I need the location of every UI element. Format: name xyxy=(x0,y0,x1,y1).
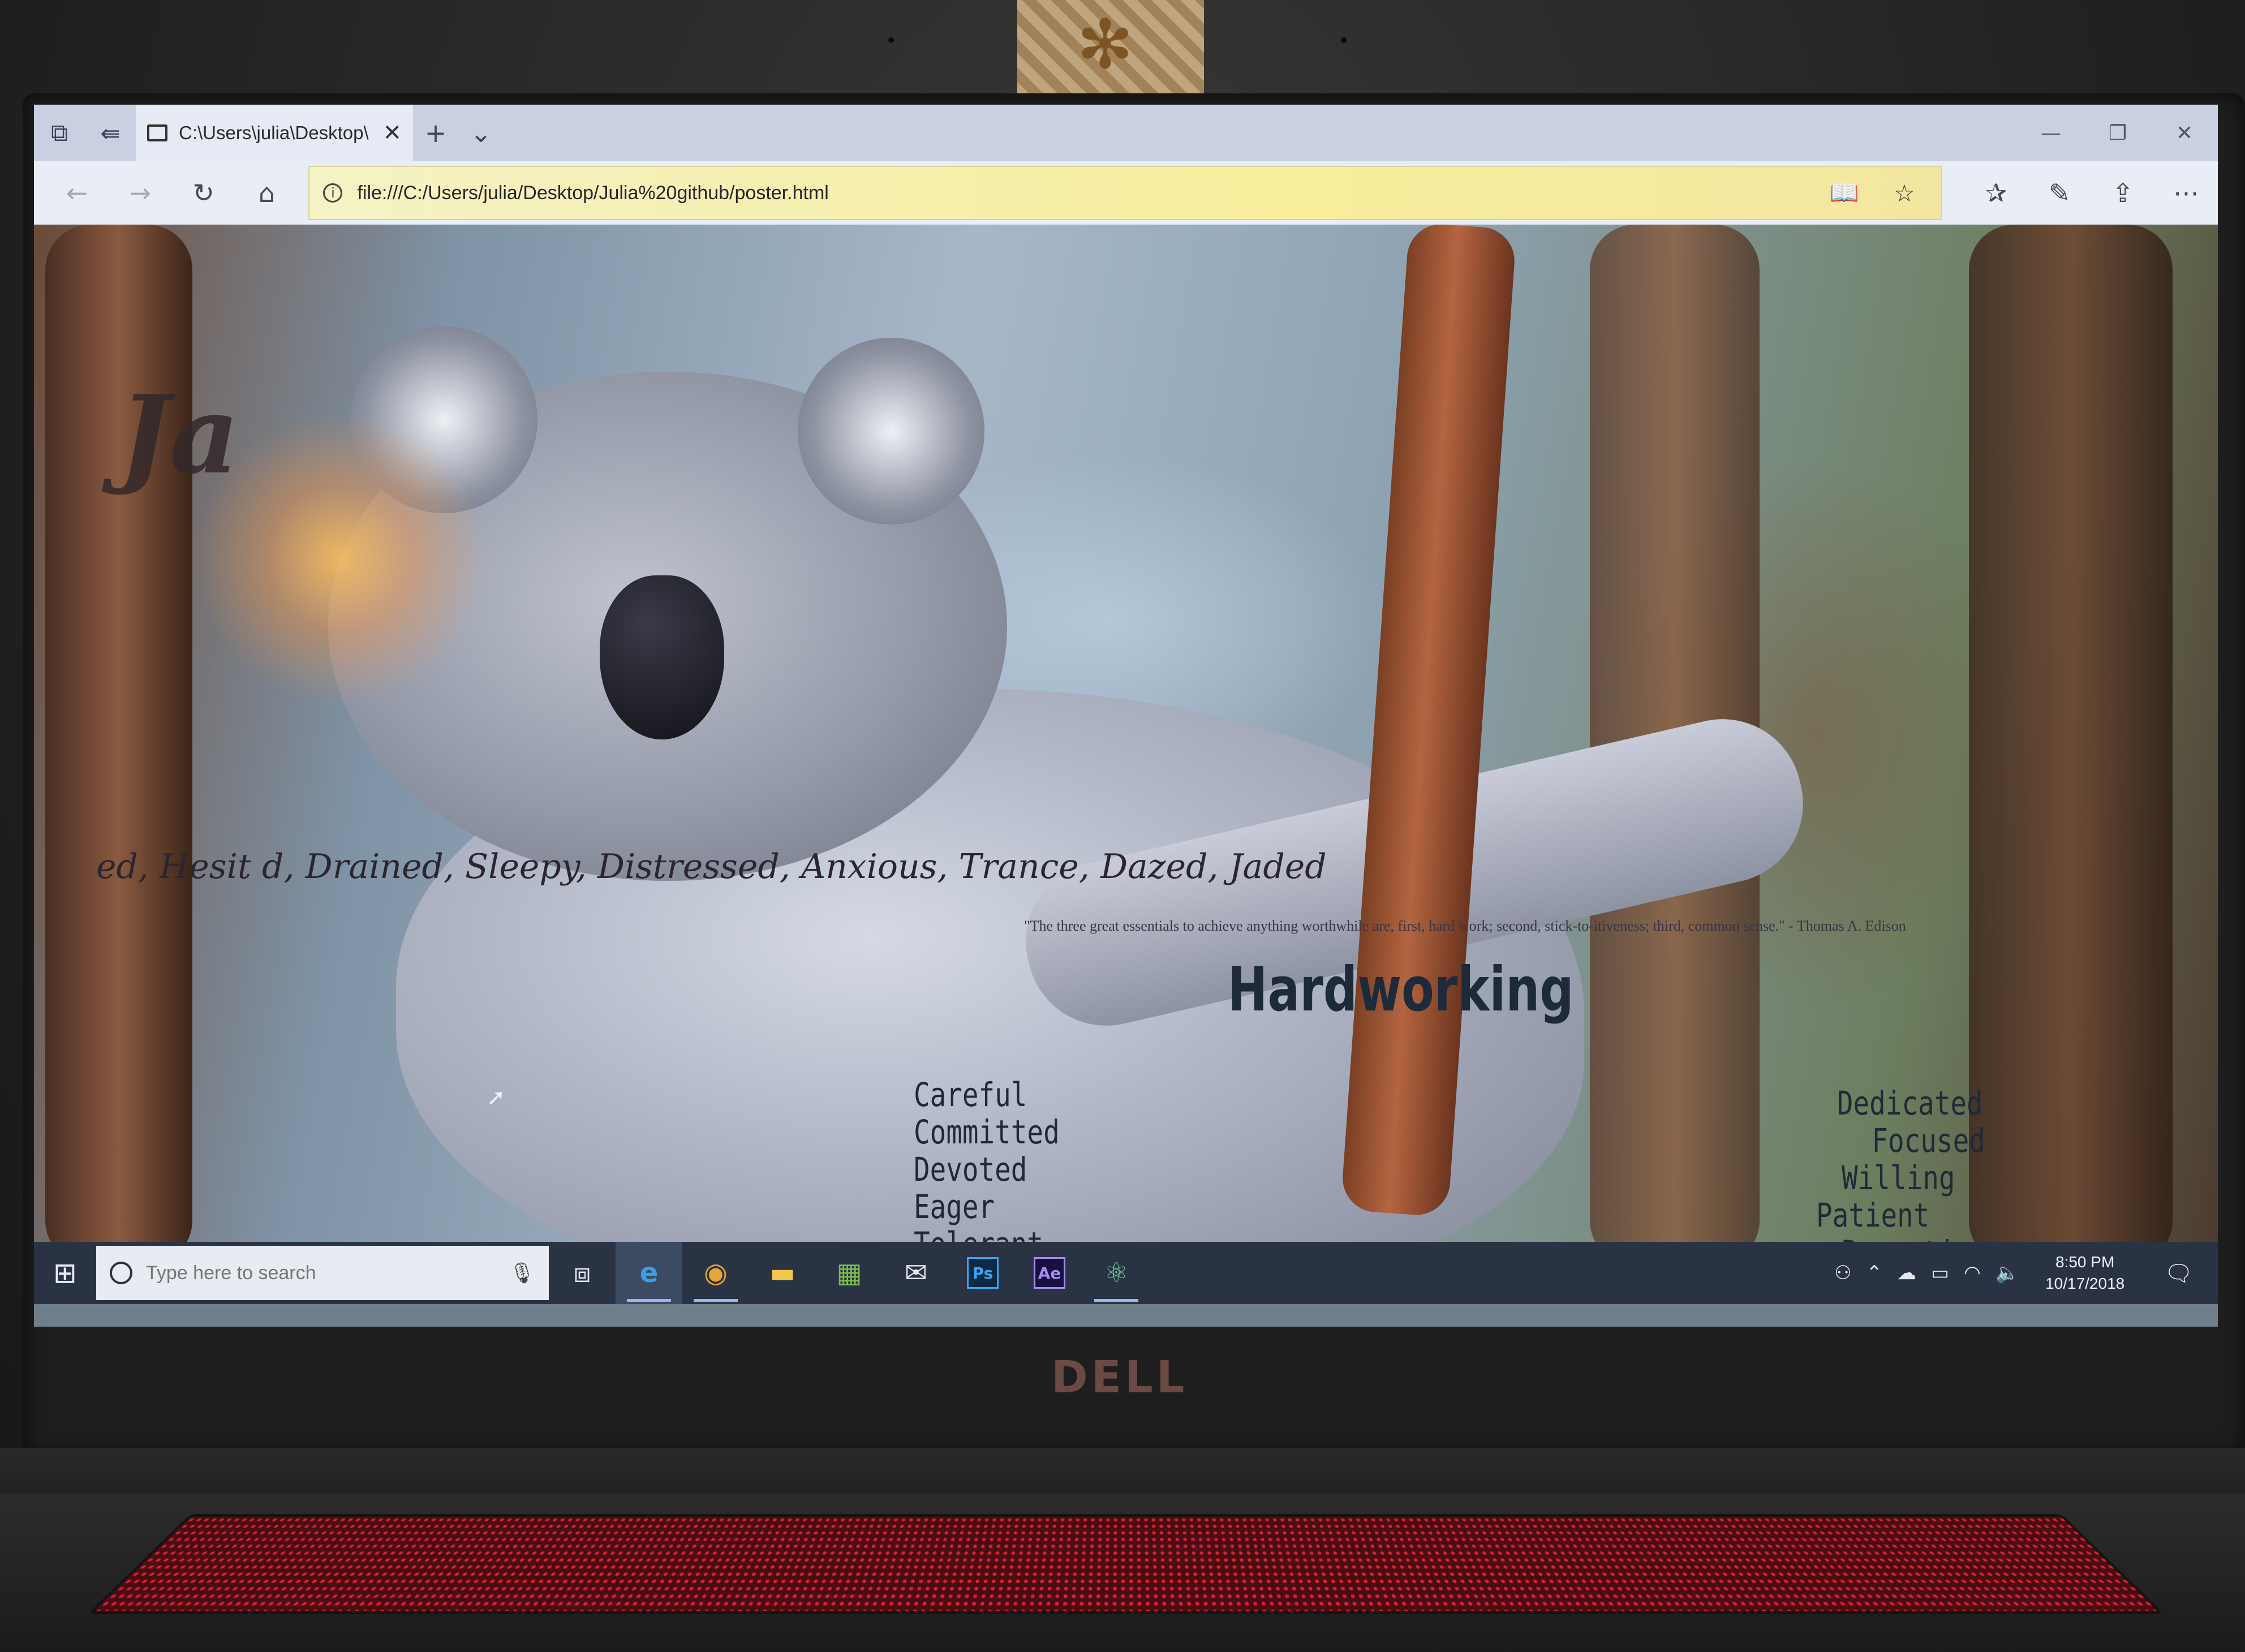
poster-page: Ja ed, Hesit d, Drained, Sleepy, Distres… xyxy=(34,225,2218,1266)
list-item: Careful xyxy=(914,1075,1027,1114)
windows-taskbar: ⊞ 🎙 ⧈ e ◉ ▬ ▦ ✉ Ps Ae ⚛ ⚇ ⌃ ☁ ▭ ◠ 🔈 8:50… xyxy=(34,1242,2218,1304)
refresh-icon[interactable]: ↻ xyxy=(172,161,235,225)
list-item: Eager xyxy=(914,1188,995,1226)
url-input[interactable] xyxy=(357,182,1807,204)
close-window-button[interactable]: ✕ xyxy=(2151,105,2218,161)
chevron-down-icon[interactable]: ⌄ xyxy=(458,105,504,161)
system-tray: ⚇ ⌃ ☁ ▭ ◠ 🔈 8:50 PM 10/17/2018 🗨 xyxy=(1834,1251,2218,1294)
word-list-right: Dedicated Focused Willing Patient Recept… xyxy=(1816,1085,1988,1266)
list-item: Committed xyxy=(914,1113,1060,1151)
mouse-cursor-icon: ➚ xyxy=(487,1085,506,1111)
list-item: Willing xyxy=(1842,1159,1955,1197)
battery-icon[interactable]: ▭ xyxy=(1931,1262,1949,1284)
reading-view-icon[interactable]: 📖 xyxy=(1822,179,1867,207)
page-icon xyxy=(147,124,167,141)
task-view-icon[interactable]: ⧈ xyxy=(549,1242,616,1304)
koala-ear xyxy=(798,338,984,524)
list-item: Focused xyxy=(1872,1121,1985,1160)
webcam-dot xyxy=(888,37,894,43)
star-icon[interactable]: ☆ xyxy=(1882,179,1927,207)
taskbar-search[interactable]: 🎙 xyxy=(96,1246,549,1300)
browser-tab[interactable]: C:\Users\julia\Desktop\ ✕ xyxy=(136,105,413,161)
poster-heading: Hardworking xyxy=(1228,954,1574,1025)
notifications-icon[interactable]: 🗨 xyxy=(2151,1260,2207,1287)
clock-date: 10/17/2018 xyxy=(2045,1275,2125,1292)
koala-nose xyxy=(600,575,724,739)
screen: ⧉ ⇚ C:\Users\julia\Desktop\ ✕ + ⌄ — ❐ ✕ … xyxy=(34,105,2218,1327)
atom-icon[interactable]: ⚛ xyxy=(1083,1242,1150,1304)
chevron-up-icon[interactable]: ⌃ xyxy=(1866,1262,1882,1284)
tab-title: C:\Users\julia\Desktop\ xyxy=(179,122,369,143)
list-item: Dedicated xyxy=(1837,1084,1983,1122)
word-list-left: Careful Committed Devoted Eager Tolerant xyxy=(914,1076,1060,1263)
photoshop-icon[interactable]: Ps xyxy=(949,1242,1016,1304)
share-icon[interactable]: ⇪ xyxy=(2091,161,2154,225)
windows-start-icon[interactable]: ⊞ xyxy=(34,1242,96,1304)
microphone-icon[interactable]: 🎙 xyxy=(509,1261,535,1285)
onedrive-icon[interactable]: ☁ xyxy=(1897,1262,1916,1284)
list-item: Patient xyxy=(1816,1196,1930,1234)
poster-title: Ja xyxy=(119,372,240,498)
chrome-icon[interactable]: ◉ xyxy=(682,1242,749,1304)
brand-logo: DELL xyxy=(1051,1352,1188,1403)
back-arrow-icon[interactable]: ← xyxy=(45,161,109,225)
minimize-button[interactable]: — xyxy=(2018,105,2084,161)
info-icon[interactable]: i xyxy=(323,183,343,203)
wall-ornament xyxy=(1017,0,1204,96)
pen-icon[interactable]: ✎ xyxy=(2028,161,2091,225)
clock-time: 8:50 PM xyxy=(2055,1253,2115,1271)
more-icon[interactable]: ⋯ xyxy=(2154,161,2218,225)
after-effects-icon[interactable]: Ae xyxy=(1016,1242,1083,1304)
favorites-icon[interactable]: ✰ xyxy=(1964,161,2028,225)
store-icon[interactable]: ▦ xyxy=(816,1242,883,1304)
people-icon[interactable]: ⚇ xyxy=(1834,1262,1851,1284)
cortana-icon xyxy=(110,1262,132,1284)
close-tab-icon[interactable]: ✕ xyxy=(382,120,402,146)
list-item: Devoted xyxy=(914,1150,1027,1189)
forward-arrow-icon[interactable]: → xyxy=(109,161,172,225)
edison-quote: "The three great essentials to achieve a… xyxy=(1024,918,1906,934)
window-controls: — ❐ ✕ xyxy=(2018,105,2218,161)
taskbar-clock[interactable]: 8:50 PM 10/17/2018 xyxy=(2034,1251,2136,1294)
wifi-icon[interactable]: ◠ xyxy=(1964,1262,1981,1284)
ps-label: Ps xyxy=(967,1257,999,1289)
tree-trunk xyxy=(1969,225,2173,1266)
file-explorer-icon[interactable]: ▬ xyxy=(749,1242,816,1304)
address-bar[interactable]: i 📖 ☆ xyxy=(308,166,1942,220)
restore-button[interactable]: ❐ xyxy=(2084,105,2151,161)
volume-icon[interactable]: 🔈 xyxy=(1995,1262,2019,1284)
home-icon[interactable]: ⌂ xyxy=(235,161,299,225)
new-tab-button[interactable]: + xyxy=(413,105,458,161)
browser-titlebar: ⧉ ⇚ C:\Users\julia\Desktop\ ✕ + ⌄ — ❐ ✕ xyxy=(34,105,2218,161)
browser-navbar: ← → ↻ ⌂ i 📖 ☆ ✰ ✎ ⇪ ⋯ xyxy=(34,161,2218,225)
edge-icon[interactable]: e xyxy=(616,1242,682,1304)
search-input[interactable] xyxy=(146,1262,496,1284)
ae-label: Ae xyxy=(1034,1257,1065,1289)
tabs-aside-icon[interactable]: ⧉ xyxy=(34,105,85,161)
webcam-dot xyxy=(1341,37,1347,43)
toolbar-right: ✰ ✎ ⇪ ⋯ xyxy=(1964,161,2218,225)
mail-icon[interactable]: ✉ xyxy=(883,1242,949,1304)
speaker-grille xyxy=(87,1514,2165,1615)
mood-words: ed, Hesit d, Drained, Sleepy, Distressed… xyxy=(96,847,1327,887)
tabs-preview-icon[interactable]: ⇚ xyxy=(85,105,136,161)
